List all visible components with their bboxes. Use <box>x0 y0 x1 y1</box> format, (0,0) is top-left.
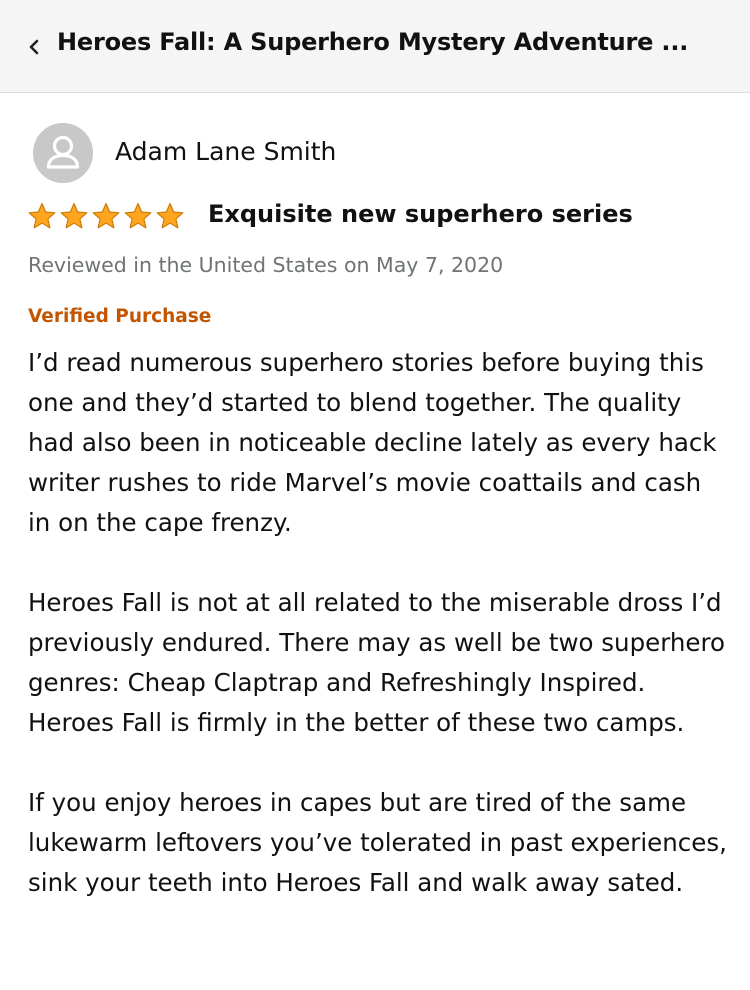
chevron-left-icon <box>29 39 39 55</box>
back-button[interactable] <box>24 34 46 60</box>
star-icon <box>124 202 152 229</box>
review-paragraph: If you enjoy heroes in capes but are tir… <box>28 788 727 897</box>
reviewer-name[interactable]: Adam Lane Smith <box>115 137 336 166</box>
star-icon <box>28 202 56 229</box>
user-avatar-icon <box>33 123 93 183</box>
review-title[interactable]: Exquisite new superhero series <box>208 200 633 228</box>
review-date: Reviewed in the United States on May 7, … <box>28 253 504 277</box>
star-icon <box>92 202 120 229</box>
avatar[interactable] <box>33 123 93 183</box>
review-paragraph: Heroes Fall is not at all related to the… <box>28 588 725 737</box>
star-icon <box>156 202 184 229</box>
top-header-bar: Heroes Fall: A Superhero Mystery Adventu… <box>0 0 750 93</box>
star-rating <box>28 202 184 229</box>
verified-purchase-badge: Verified Purchase <box>28 306 212 327</box>
review-paragraph: I’d read numerous superhero stories befo… <box>28 348 717 537</box>
star-icon <box>60 202 88 229</box>
rating-row: Exquisite new superhero series <box>28 200 728 232</box>
product-title[interactable]: Heroes Fall: A Superhero Mystery Adventu… <box>57 28 727 56</box>
review-body: I’d read numerous superhero stories befo… <box>28 343 728 943</box>
